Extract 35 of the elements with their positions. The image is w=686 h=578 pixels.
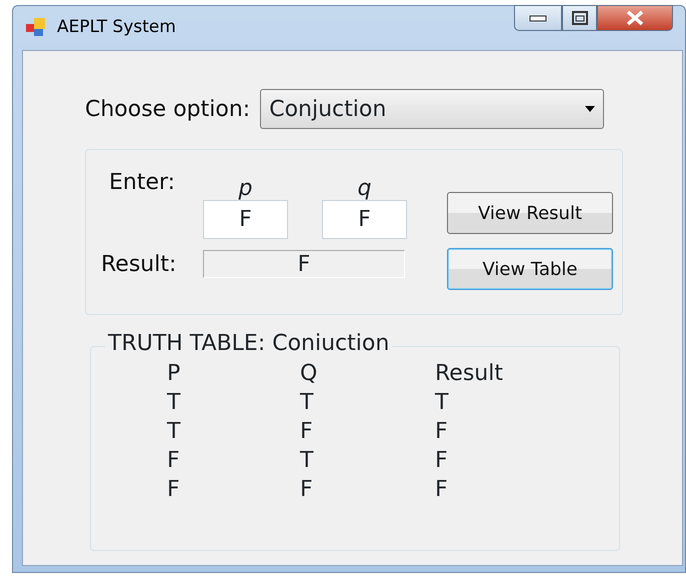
column-header: Result (435, 360, 503, 388)
column-header: Q (300, 360, 318, 388)
view-button[interactable]: View Result (447, 192, 613, 234)
caret-icon (585, 106, 596, 112)
view-button[interactable]: View Table (447, 248, 613, 290)
p-label: p (238, 175, 254, 200)
maximize-button[interactable] (562, 5, 597, 31)
table-cell-text: F (435, 476, 448, 504)
table-cell-text: F (435, 418, 448, 446)
enter-label: Enter: (108, 172, 176, 197)
option-dropdown[interactable]: Conjuction (260, 89, 604, 129)
table-cell-text: F (435, 447, 448, 475)
minimize-button[interactable] (514, 5, 562, 31)
p-input-field[interactable]: F (203, 200, 288, 239)
q-label: q (356, 175, 372, 200)
table-cell-text: F (300, 418, 314, 446)
column-header: P (167, 360, 182, 388)
table-cell-text: T (435, 389, 448, 417)
window-title: AEPLT System (57, 16, 176, 38)
maximize-icon (572, 11, 588, 25)
table-cell-text: F (167, 476, 181, 504)
table-cell-text: T (167, 389, 182, 417)
q-input-field[interactable]: F (322, 200, 407, 239)
table-cell-text: F (167, 447, 181, 475)
option-label: Choose option: (85, 96, 250, 124)
close-button[interactable] (597, 5, 673, 31)
table-cell-text: T (300, 389, 314, 417)
result-label: Result: (101, 250, 178, 278)
table-cell-text: T (300, 447, 314, 475)
minimize-icon (529, 14, 547, 22)
app-icon (25, 16, 47, 38)
table-cell-text: F (300, 476, 314, 504)
result-field: F (203, 250, 405, 278)
table-cell-text: T (167, 418, 182, 446)
close-icon (625, 10, 645, 26)
